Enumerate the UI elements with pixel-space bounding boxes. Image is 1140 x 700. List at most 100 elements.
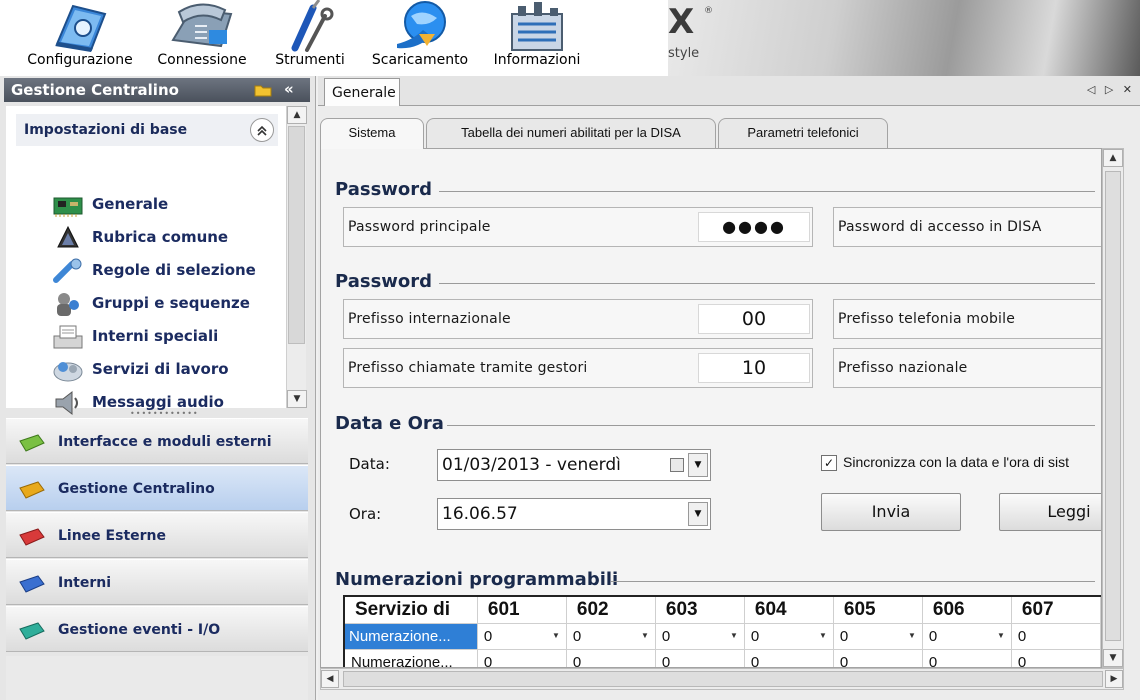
group-interni[interactable]: Interni <box>6 559 308 605</box>
scroll-down-icon[interactable]: ▼ <box>1103 649 1123 667</box>
collapse-panel-icon[interactable]: « <box>284 80 294 98</box>
grid-cell[interactable]: 0 <box>1011 649 1101 667</box>
grid-cell-value: 0 <box>483 627 493 645</box>
grid-cell[interactable]: 0 <box>477 649 567 667</box>
grid-header-cell: 607 <box>1011 597 1101 624</box>
nav-scrollbar[interactable]: ▲ ▼ <box>286 106 307 408</box>
time-picker[interactable]: 16.06.57 ▼ <box>437 498 711 530</box>
group-linee-esterne[interactable]: Linee Esterne <box>6 512 308 558</box>
grid-cell[interactable]: 0 <box>1011 623 1101 650</box>
grid-cell[interactable]: 0 ▼ <box>566 623 656 650</box>
grid-cell[interactable]: 0 <box>922 649 1012 667</box>
tab-controls: ◁ ▷ ✕ <box>1081 83 1132 96</box>
grid-cell[interactable]: 0 <box>833 649 923 667</box>
tab-sistema[interactable]: Sistema <box>320 118 424 149</box>
teal-module-icon <box>18 621 46 641</box>
speaker-icon <box>52 390 84 416</box>
nav-item-label: Interni speciali <box>92 327 219 345</box>
grid-row-header[interactable]: Numerazione... <box>345 623 478 650</box>
tab-parametri-telefonici[interactable]: Parametri telefonici <box>718 118 888 148</box>
section-collapse-icon[interactable] <box>250 118 274 142</box>
scroll-left-icon[interactable]: ◀ <box>321 670 339 688</box>
chevron-down-icon[interactable]: ▼ <box>730 631 738 640</box>
left-panel-header: Gestione Centralino « <box>4 78 310 102</box>
brand-logo: X <box>668 2 695 42</box>
date-picker[interactable]: 01/03/2013 - venerdì ▼ <box>437 449 711 481</box>
grid-cell[interactable]: 0 ▼ <box>655 623 745 650</box>
intl-prefix-row: Prefisso internazionale 00 <box>343 299 813 339</box>
grid-cell[interactable]: 0 ▼ <box>833 623 923 650</box>
calendar-icon[interactable] <box>670 458 684 472</box>
grid-cell[interactable]: 0 ▼ <box>477 623 567 650</box>
content-horizontal-scrollbar[interactable]: ◀ ▶ <box>320 668 1124 690</box>
chevron-down-icon[interactable]: ▼ <box>688 453 708 477</box>
group-label: Interfacce e moduli esterni <box>58 434 272 450</box>
leggi-button[interactable]: Leggi <box>999 493 1101 531</box>
tab-scroll-right-icon[interactable]: ▷ <box>1105 83 1113 96</box>
intl-prefix-label: Prefisso internazionale <box>348 311 511 327</box>
brand-subtitle: style <box>668 46 700 61</box>
orange-module-icon <box>18 480 46 500</box>
nav-item-generale[interactable]: Generale <box>52 190 282 220</box>
nav-section-header[interactable]: Impostazioni di base <box>16 114 278 146</box>
chevron-down-icon[interactable]: ▼ <box>819 631 827 640</box>
nav-item-regole-di-selezione[interactable]: Regole di selezione <box>52 256 282 286</box>
date-label: Data: <box>349 455 390 473</box>
main-password-row: Password principale ●●●● <box>343 207 813 247</box>
chevron-down-icon[interactable]: ▼ <box>641 631 649 640</box>
main-password-input[interactable]: ●●●● <box>698 212 810 242</box>
date-value: 01/03/2013 - venerdì <box>442 455 621 475</box>
content-vertical-scrollbar[interactable]: ▲ ▼ <box>1102 148 1124 668</box>
scroll-up-icon[interactable]: ▲ <box>1103 149 1123 167</box>
chevron-down-icon[interactable]: ▼ <box>552 631 560 640</box>
tab-close-icon[interactable]: ✕ <box>1123 83 1132 96</box>
chevron-down-icon[interactable]: ▼ <box>997 631 1005 640</box>
left-panel-title: Gestione Centralino <box>11 81 179 99</box>
grid-cell[interactable]: 0 <box>566 649 656 667</box>
nav-item-servizi-di-lavoro[interactable]: Servizi di lavoro <box>52 355 282 385</box>
work-services-icon <box>52 357 84 383</box>
section-divider <box>439 191 1095 192</box>
nav-item-interni-speciali[interactable]: Interni speciali <box>52 322 282 352</box>
horizontal-scroll-thumb[interactable] <box>343 671 1103 687</box>
fax-machine-icon <box>52 324 84 350</box>
intl-prefix-input[interactable]: 00 <box>698 304 810 334</box>
nav-item-rubrica-comune[interactable]: Rubrica comune <box>52 223 282 253</box>
folder-icon[interactable] <box>254 82 272 102</box>
tab-generale[interactable]: Generale <box>324 78 400 106</box>
scroll-down-icon[interactable]: ▼ <box>287 390 307 408</box>
connessione-button[interactable]: Connessione <box>152 0 252 76</box>
invia-button[interactable]: Invia <box>821 493 961 531</box>
nav-item-gruppi-e-sequenze[interactable]: Gruppi e sequenze <box>52 289 282 319</box>
scroll-up-icon[interactable]: ▲ <box>287 106 307 124</box>
chevron-down-icon[interactable]: ▼ <box>688 502 708 526</box>
selection-rules-icon <box>52 258 84 284</box>
strumenti-button[interactable]: Strumenti <box>270 0 350 76</box>
chevron-down-icon[interactable]: ▼ <box>908 631 916 640</box>
group-gestione-eventi-io[interactable]: Gestione eventi - I/O <box>6 606 308 652</box>
grid-header-cell: 603 <box>655 597 745 624</box>
configurazione-button[interactable]: Configurazione <box>26 0 134 76</box>
grid-row-header[interactable]: Numerazione... <box>345 649 478 667</box>
grid-cell[interactable]: 0 ▼ <box>744 623 834 650</box>
tab-scroll-left-icon[interactable]: ◁ <box>1087 83 1095 96</box>
tab-tabella-disa[interactable]: Tabella dei numeri abilitati per la DISA <box>426 118 716 148</box>
grid-cell[interactable]: 0 ▼ <box>922 623 1012 650</box>
panel-splitter-grip[interactable]: •••••••••••• <box>130 409 198 418</box>
scroll-right-icon[interactable]: ▶ <box>1105 670 1123 688</box>
carrier-prefix-input[interactable]: 10 <box>698 353 810 383</box>
group-gestione-centralino[interactable]: Gestione Centralino <box>6 465 308 511</box>
sync-checkbox[interactable]: ✓ <box>821 455 837 471</box>
table-row[interactable]: Numerazione... 0 0 0 0 0 0 0 <box>345 649 1101 667</box>
nav-list-box: Impostazioni di base Generale Rubrica co… <box>6 106 286 416</box>
table-row[interactable]: Numerazione... 0 ▼ 0 ▼ 0 ▼ 0 ▼ 0 ▼ 0 ▼ 0 <box>345 623 1101 650</box>
grid-cell-value: 0 <box>750 627 760 645</box>
informazioni-button[interactable]: Informazioni <box>488 0 586 76</box>
vertical-scroll-thumb[interactable] <box>1105 171 1121 641</box>
nav-scroll-thumb[interactable] <box>288 126 305 344</box>
group-interfacce-e-moduli-esterni[interactable]: Interfacce e moduli esterni <box>6 418 308 464</box>
grid-cell[interactable]: 0 <box>655 649 745 667</box>
blue-module-icon <box>18 574 46 594</box>
grid-cell[interactable]: 0 <box>744 649 834 667</box>
scaricamento-button[interactable]: Scaricamento <box>370 0 470 76</box>
